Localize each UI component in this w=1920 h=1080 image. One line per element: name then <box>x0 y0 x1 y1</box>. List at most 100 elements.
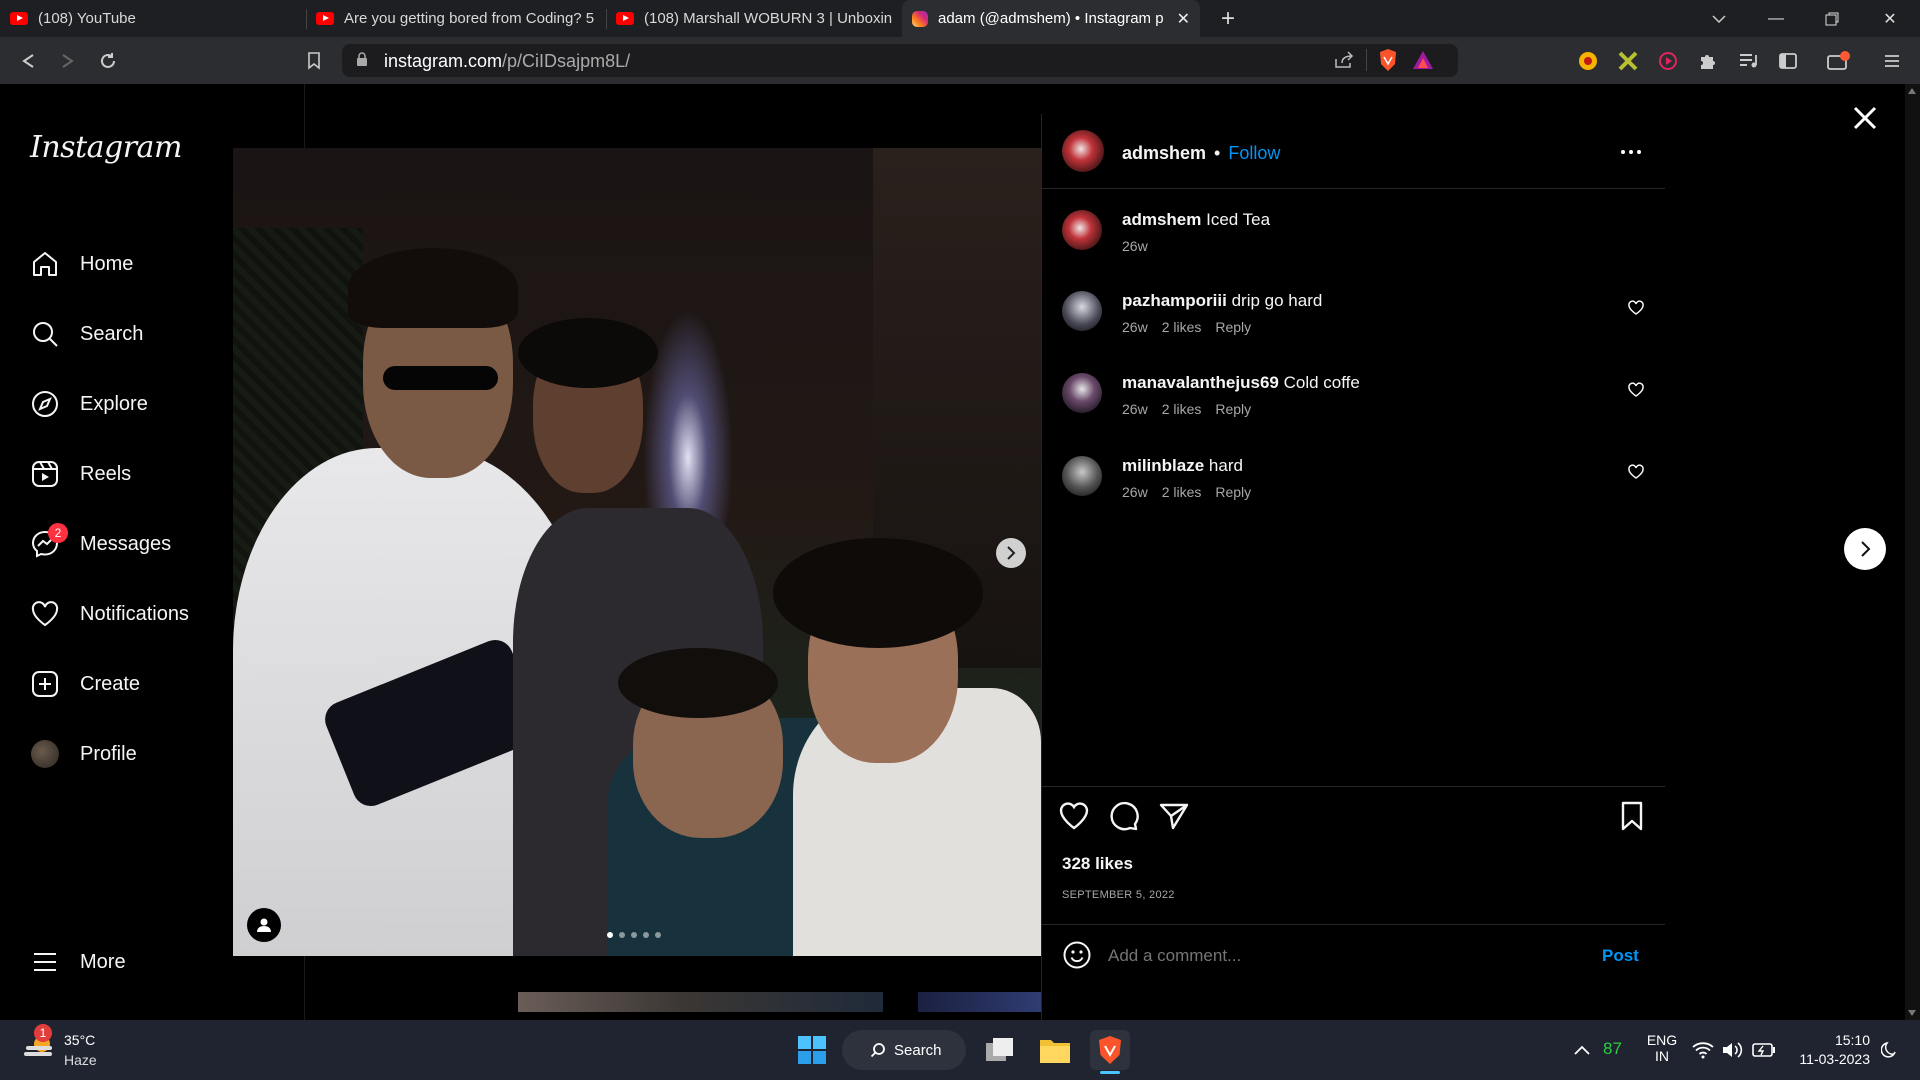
extension-record-icon[interactable] <box>1654 47 1682 75</box>
comment-likes[interactable]: 2 likes <box>1162 484 1202 500</box>
browser-tab[interactable]: (108) Marshall WOBURN 3 | Unboxing <box>606 0 902 37</box>
carousel-next-button[interactable] <box>996 538 1026 568</box>
page-scrollbar[interactable] <box>1905 84 1920 1020</box>
brave-browser-taskbar-icon[interactable] <box>1090 1030 1130 1074</box>
taskbar-search-box[interactable]: Search <box>842 1030 966 1070</box>
clock[interactable]: 15:10 11-03-2023 <box>1790 1031 1870 1069</box>
comment-time[interactable]: 26w <box>1122 319 1148 335</box>
commenter-avatar[interactable] <box>1062 456 1102 496</box>
wifi-icon[interactable] <box>1692 1040 1714 1060</box>
more-options-icon[interactable] <box>1619 142 1643 162</box>
minimize-button[interactable]: — <box>1748 0 1804 37</box>
comment-username[interactable]: manavalanthejus69 <box>1122 373 1279 392</box>
like-heart-icon[interactable] <box>1058 800 1090 832</box>
sidebar-item-explore[interactable]: Explore <box>30 384 148 424</box>
reload-icon[interactable] <box>94 47 122 75</box>
commenter-avatar[interactable] <box>1062 291 1102 331</box>
comment-input[interactable] <box>1108 942 1568 970</box>
sidebar-label: Search <box>80 322 144 345</box>
sidebar-item-home[interactable]: Home <box>30 244 133 284</box>
tray-counter[interactable]: 87 <box>1603 1039 1622 1059</box>
next-post-button[interactable] <box>1844 528 1886 570</box>
instagram-logo[interactable]: Instagram <box>30 130 182 165</box>
comment-username[interactable]: pazhamporiii <box>1122 291 1227 310</box>
extensions-puzzle-icon[interactable] <box>1694 47 1722 75</box>
file-explorer-icon[interactable] <box>1038 1033 1072 1067</box>
like-comment-heart-icon[interactable] <box>1628 300 1644 316</box>
post-comment-button[interactable]: Post <box>1602 946 1639 966</box>
share-icon[interactable] <box>1334 51 1354 74</box>
active-app-indicator <box>1100 1071 1120 1074</box>
battery-icon[interactable] <box>1752 1040 1776 1060</box>
author-avatar[interactable] <box>1062 210 1102 250</box>
extension-x-icon[interactable] <box>1614 47 1642 75</box>
author-username[interactable]: admshem <box>1122 143 1206 164</box>
sidebar-item-notifications[interactable]: Notifications <box>30 594 189 634</box>
post-image[interactable] <box>233 148 1041 956</box>
follow-button[interactable]: Follow <box>1228 143 1280 164</box>
volume-icon[interactable] <box>1722 1040 1744 1060</box>
caption-time[interactable]: 26w <box>1122 238 1148 254</box>
related-post-thumbnail[interactable] <box>518 992 883 1012</box>
browser-tab-active[interactable]: adam (@admshem) • Instagram p ✕ <box>902 0 1200 37</box>
comment-likes[interactable]: 2 likes <box>1162 401 1202 417</box>
browser-tab[interactable]: Are you getting bored from Coding? 5 <box>306 0 606 37</box>
media-playlist-icon[interactable] <box>1734 47 1762 75</box>
sidebar-item-messages[interactable]: 2 Messages <box>30 523 171 564</box>
tab-list-chevron-icon[interactable] <box>1691 0 1747 37</box>
scroll-down-icon[interactable] <box>1908 1010 1916 1016</box>
reply-button[interactable]: Reply <box>1215 319 1251 335</box>
weather-temp[interactable]: 35°C <box>64 1032 95 1048</box>
brave-rewards-icon[interactable] <box>1412 50 1434 75</box>
save-bookmark-icon[interactable] <box>1616 800 1648 832</box>
commenter-avatar[interactable] <box>1062 373 1102 413</box>
address-bar[interactable]: instagram.com/p/CiIDsajpm8L/ <box>342 44 1458 77</box>
sidebar-toggle-icon[interactable] <box>1774 47 1802 75</box>
reply-button[interactable]: Reply <box>1215 401 1251 417</box>
sidebar-item-profile[interactable]: Profile <box>30 734 137 774</box>
like-comment-heart-icon[interactable] <box>1628 464 1644 480</box>
author-avatar[interactable] <box>1062 130 1104 172</box>
tagged-users-button[interactable] <box>247 908 281 942</box>
bookmark-icon[interactable] <box>300 47 328 75</box>
show-hidden-icons-chevron[interactable] <box>1572 1040 1592 1060</box>
emoji-icon[interactable] <box>1062 940 1092 970</box>
scroll-up-icon[interactable] <box>1908 88 1916 94</box>
task-view-icon[interactable] <box>983 1033 1017 1067</box>
reply-button[interactable]: Reply <box>1215 484 1251 500</box>
wallet-icon[interactable] <box>1824 47 1852 75</box>
close-tab-icon[interactable]: ✕ <box>1177 9 1190 29</box>
windows-start-icon[interactable] <box>795 1033 829 1067</box>
share-paper-plane-icon[interactable] <box>1158 800 1190 832</box>
sidebar-item-create[interactable]: Create <box>30 664 140 704</box>
browser-toolbar: instagram.com/p/CiIDsajpm8L/ <box>0 37 1920 84</box>
forward-icon[interactable] <box>54 47 82 75</box>
post-date[interactable]: SEPTEMBER 5, 2022 <box>1062 889 1175 901</box>
close-modal-icon[interactable] <box>1851 104 1879 132</box>
sidebar-item-search[interactable]: Search <box>30 314 143 354</box>
weather-description[interactable]: Haze <box>64 1052 97 1068</box>
browser-menu-icon[interactable] <box>1878 47 1906 75</box>
close-window-button[interactable]: ✕ <box>1862 0 1918 37</box>
post-modal-overlay[interactable]: admshem • Follow admshem Iced Tea 26w pa… <box>233 84 1905 1020</box>
language-indicator[interactable]: ENG IN <box>1644 1032 1680 1064</box>
restore-button[interactable] <box>1804 0 1860 37</box>
new-tab-button[interactable]: + <box>1200 0 1256 37</box>
weather-icon[interactable]: 1 <box>22 1024 56 1064</box>
sidebar-item-reels[interactable]: Reels <box>30 454 131 494</box>
like-comment-heart-icon[interactable] <box>1628 382 1644 398</box>
comment-time[interactable]: 26w <box>1122 484 1148 500</box>
back-icon[interactable] <box>14 47 42 75</box>
comment-time[interactable]: 26w <box>1122 401 1148 417</box>
caption-username[interactable]: admshem <box>1122 210 1201 229</box>
comment-username[interactable]: milinblaze <box>1122 456 1204 475</box>
brave-shield-icon[interactable] <box>1378 48 1398 77</box>
extension-coin-icon[interactable] <box>1574 47 1602 75</box>
comment-icon[interactable] <box>1108 800 1140 832</box>
caption-row: admshem Iced Tea 26w <box>1062 210 1270 254</box>
likes-count[interactable]: 328 likes <box>1062 854 1133 874</box>
comment-likes[interactable]: 2 likes <box>1162 319 1202 335</box>
sidebar-item-more[interactable]: More <box>30 942 126 982</box>
browser-tab[interactable]: (108) YouTube <box>0 0 306 37</box>
do-not-disturb-moon-icon[interactable] <box>1880 1040 1900 1060</box>
